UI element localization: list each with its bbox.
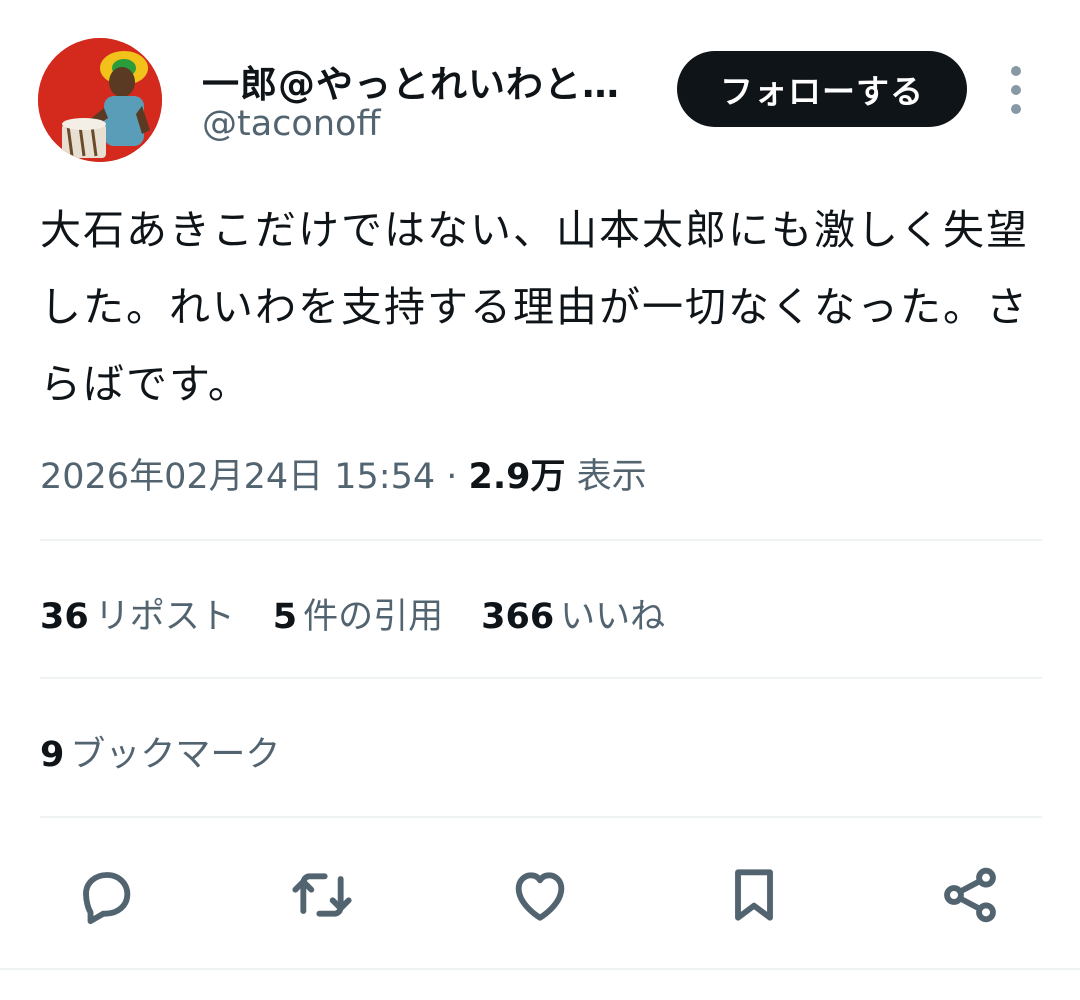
views-label: 表示 [565,457,647,497]
bookmarks-label: ブックマーク [70,735,281,775]
avatar[interactable] [38,38,162,162]
views-count: 2.9万 [468,457,566,497]
quotes-label: 件の引用 [303,597,444,637]
avatar-image [38,38,162,162]
reposts-label: リポスト [94,597,235,637]
tweet-detail: 一郎@やっとれいわと… @taconoff フォローする 大石あきこだけではない… [0,0,1080,1000]
reply-icon[interactable] [71,860,141,930]
timestamp[interactable]: 2026年02月24日 15:54 [40,457,435,497]
likes-label: いいね [560,597,666,637]
follow-button[interactable]: フォローする [677,51,967,127]
user-handle[interactable]: @taconoff [202,104,381,144]
divider [40,539,1042,541]
divider [0,968,1080,970]
engagement-stats: 36 リポスト 5 件の引用 366 いいね [40,588,703,639]
likes-stat[interactable]: 366 いいね [481,588,665,639]
bookmarks-count: 9 [40,735,65,775]
divider [40,816,1042,818]
likes-count: 366 [481,597,555,637]
bookmarks-stat: 9 ブックマーク [40,726,280,777]
tweet-text: 大石あきこだけではない、山本太郎にも激しく失望した。れいわを支持する理由が一切な… [40,206,1029,408]
divider [40,677,1042,679]
reposts-count: 36 [40,597,89,637]
quotes-count: 5 [272,597,298,637]
tweet-meta: 2026年02月24日 15:54 · 2.9万 表示 [40,448,647,499]
meta-separator: · [435,457,469,497]
display-name[interactable]: 一郎@やっとれいわと… [202,54,632,108]
share-icon[interactable] [935,860,1005,930]
reposts-stat[interactable]: 36 リポスト [40,588,235,639]
bookmark-icon[interactable] [719,860,789,930]
like-icon[interactable] [505,860,575,930]
quotes-stat[interactable]: 5 件の引用 [273,588,443,639]
more-vertical-icon[interactable] [1000,66,1032,114]
action-bar [0,860,1080,930]
repost-icon[interactable] [287,860,357,930]
